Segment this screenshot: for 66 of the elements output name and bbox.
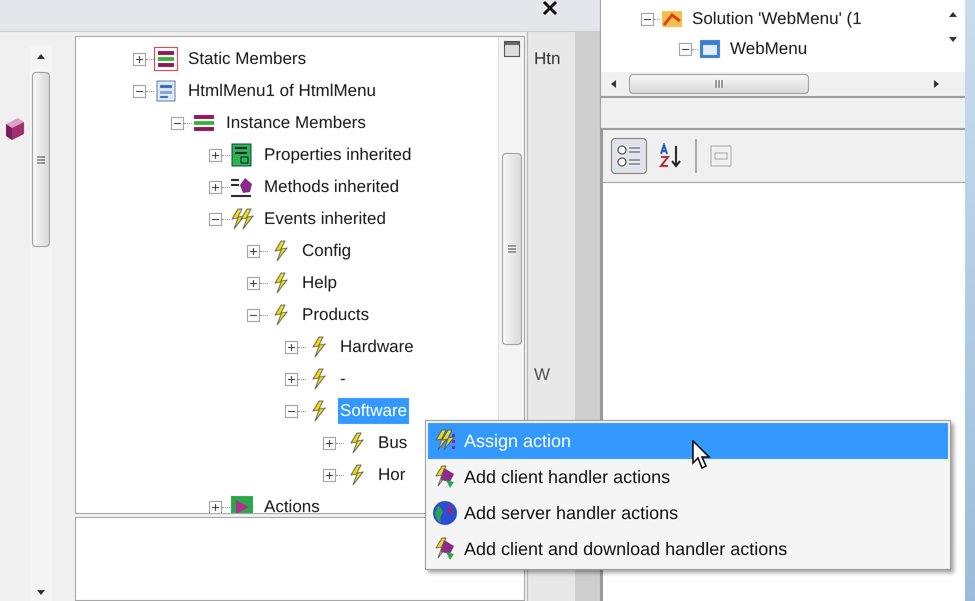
methods-icon xyxy=(230,175,254,199)
grip-icon xyxy=(715,80,723,88)
tree-item[interactable]: Properties inherited xyxy=(262,142,414,168)
project-icon xyxy=(698,37,722,61)
categorized-icon xyxy=(616,143,642,169)
collapse-toggle[interactable] xyxy=(171,116,184,130)
scroll-up-icon[interactable] xyxy=(948,10,958,18)
collapse-toggle[interactable] xyxy=(285,404,298,418)
tree-item[interactable]: - xyxy=(338,366,348,392)
scroll-down-icon[interactable] xyxy=(36,589,46,597)
side-panel-text: W xyxy=(534,364,552,386)
tree-item[interactable]: HtmlMenu1 of HtmlMenu xyxy=(186,78,378,104)
expand-toggle[interactable] xyxy=(209,180,222,194)
expand-toggle[interactable] xyxy=(209,148,222,162)
properties-icon xyxy=(230,143,254,167)
tree-item[interactable]: Help xyxy=(300,270,339,296)
expand-toggle[interactable] xyxy=(323,468,336,482)
tree-item[interactable]: WebMenu xyxy=(730,36,808,62)
scrollbar-thumb[interactable] xyxy=(629,74,809,94)
expand-toggle[interactable] xyxy=(323,436,336,450)
expand-toggle[interactable] xyxy=(247,244,260,258)
actions-icon xyxy=(230,495,254,513)
grip-icon xyxy=(508,245,516,253)
tree-item[interactable]: Hardware xyxy=(338,334,416,360)
menu-item[interactable]: Add client and download handler actions xyxy=(428,531,948,567)
expand-toggle[interactable] xyxy=(133,52,146,66)
scroll-up-icon[interactable] xyxy=(36,52,46,60)
expand-toggle[interactable] xyxy=(285,372,298,386)
tree-item[interactable]: Static Members xyxy=(186,46,308,72)
scroll-right-icon[interactable] xyxy=(933,79,941,89)
mouse-pointer-icon xyxy=(692,440,714,470)
expand-toggle[interactable] xyxy=(247,276,260,290)
window-icon[interactable] xyxy=(504,41,520,57)
tree-item[interactable]: Hor xyxy=(376,462,408,488)
collapse-toggle[interactable] xyxy=(641,12,654,26)
close-icon[interactable] xyxy=(542,0,558,16)
expand-toggle[interactable] xyxy=(285,340,298,354)
categorized-button[interactable] xyxy=(611,138,647,174)
tree-item[interactable]: Products xyxy=(300,302,372,328)
scroll-down-icon[interactable] xyxy=(948,36,958,44)
tree-item[interactable]: Methods inherited xyxy=(262,174,402,200)
property-pages-icon xyxy=(708,143,734,169)
globe-icon xyxy=(432,500,458,526)
collapse-toggle[interactable] xyxy=(133,84,146,98)
lightning-icon xyxy=(230,207,254,231)
object-icon xyxy=(154,79,178,103)
collapse-toggle[interactable] xyxy=(209,212,222,226)
collapse-toggle[interactable] xyxy=(679,42,692,56)
members-icon xyxy=(154,47,178,71)
side-panel-text: Htn xyxy=(534,48,562,70)
expand-toggle[interactable] xyxy=(209,500,222,513)
tree-item[interactable]: Bus xyxy=(376,430,410,456)
menu-item[interactable]: Add client handler actions xyxy=(428,459,948,495)
collapse-toggle[interactable] xyxy=(247,308,260,322)
vertical-scrollbar[interactable] xyxy=(30,46,52,601)
scrollbar-thumb[interactable] xyxy=(502,153,522,345)
tree-item[interactable]: Solution 'WebMenu' (1 xyxy=(692,6,862,32)
menu-item[interactable]: Add server handler actions xyxy=(428,495,948,531)
scroll-left-icon[interactable] xyxy=(609,79,617,89)
tree-item[interactable]: Config xyxy=(300,238,354,264)
grip-icon xyxy=(37,156,45,164)
scrollbar-thumb[interactable] xyxy=(32,72,50,247)
horizontal-scrollbar[interactable] xyxy=(601,72,965,96)
tree-item[interactable]: Events inherited xyxy=(262,206,388,232)
tree-item[interactable]: Actions xyxy=(262,494,322,513)
tree-item[interactable]: Instance Members xyxy=(224,110,368,136)
